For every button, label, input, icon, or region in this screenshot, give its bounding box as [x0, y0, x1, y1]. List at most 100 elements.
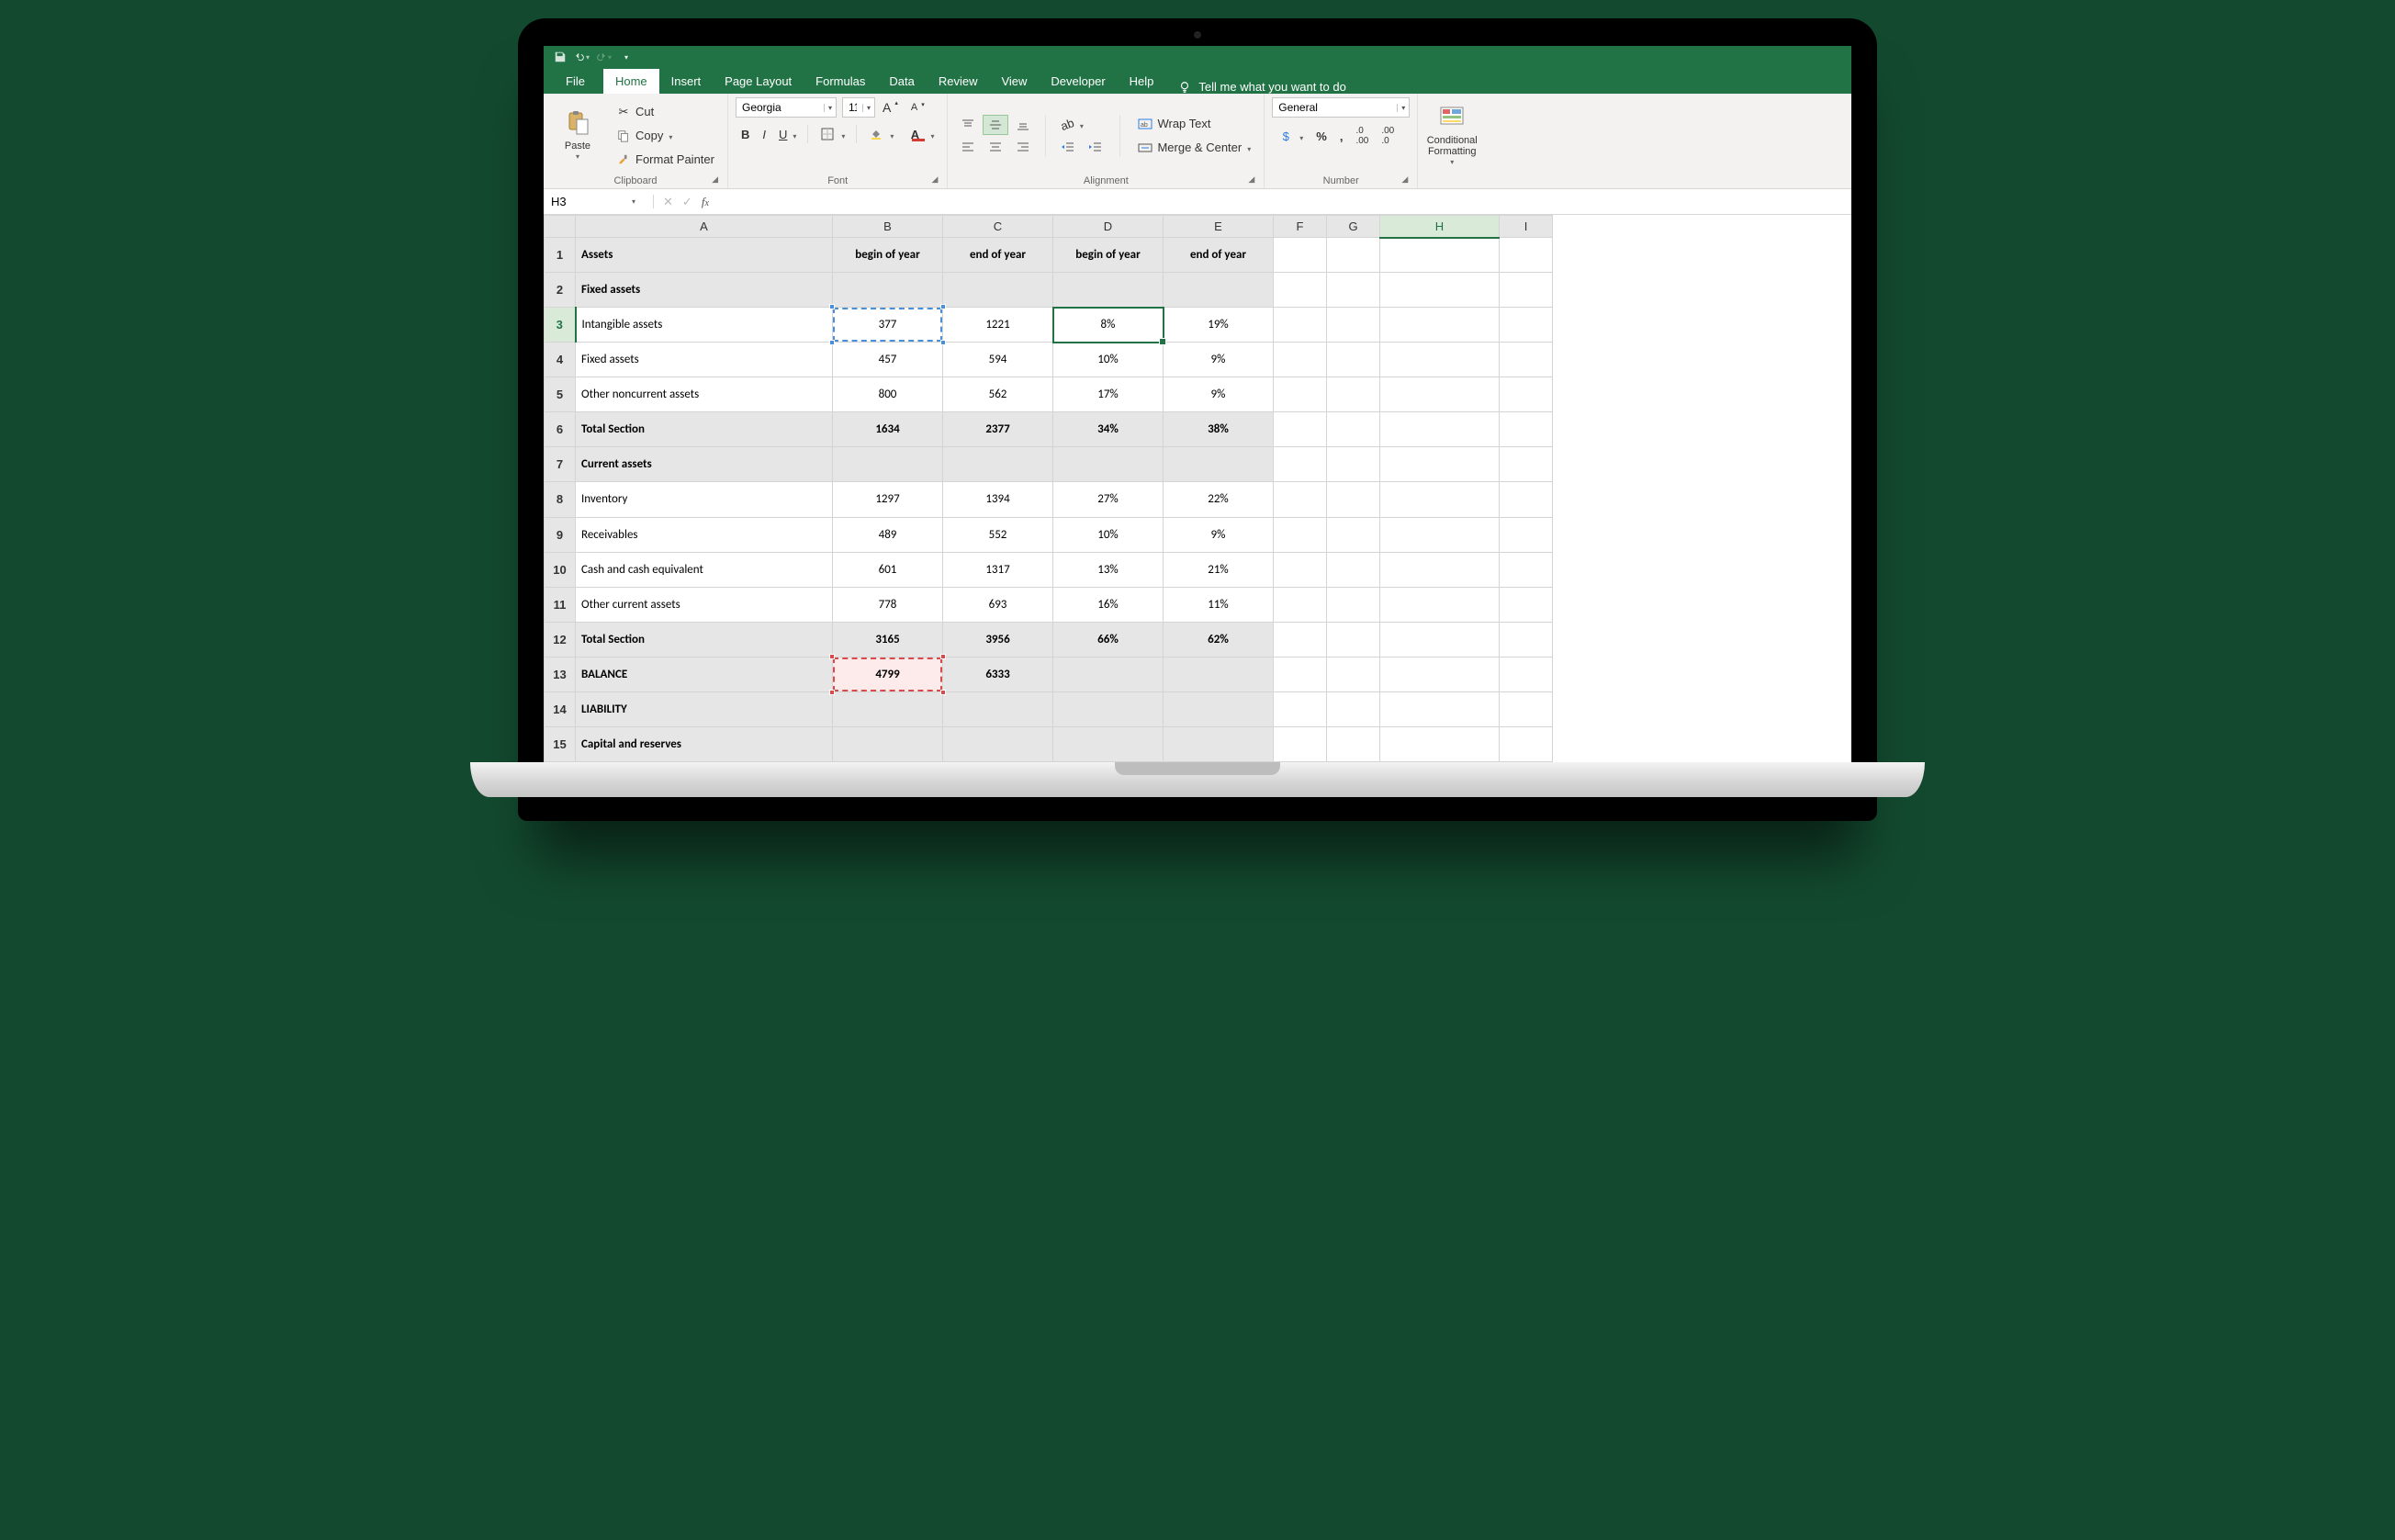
cell[interactable]: [943, 447, 1053, 482]
cell[interactable]: 601: [833, 552, 943, 587]
cell[interactable]: 17%: [1053, 377, 1164, 412]
cell[interactable]: 552: [943, 517, 1053, 552]
cell[interactable]: Capital and reserves: [576, 726, 833, 761]
borders-button[interactable]: [814, 123, 850, 145]
row-header[interactable]: 7: [545, 447, 576, 482]
cell[interactable]: [1327, 691, 1380, 726]
align-top-button[interactable]: [955, 115, 981, 135]
row-header[interactable]: 4: [545, 343, 576, 377]
cell[interactable]: 6333: [943, 657, 1053, 691]
font-color-button[interactable]: A: [901, 123, 939, 145]
cell[interactable]: [1327, 726, 1380, 761]
cell[interactable]: [943, 691, 1053, 726]
cell[interactable]: 594: [943, 343, 1053, 377]
cell[interactable]: [943, 726, 1053, 761]
cell[interactable]: begin of year: [833, 238, 943, 273]
col-header-D[interactable]: D: [1053, 216, 1164, 238]
cell[interactable]: 9%: [1164, 343, 1274, 377]
cell[interactable]: [1274, 691, 1327, 726]
tab-page-layout[interactable]: Page Layout: [713, 69, 804, 94]
cell[interactable]: [833, 273, 943, 308]
cell[interactable]: BALANCE: [576, 657, 833, 691]
align-bottom-button[interactable]: [1010, 115, 1036, 135]
paste-button[interactable]: Paste ▾: [551, 109, 604, 162]
row-header[interactable]: 12: [545, 622, 576, 657]
cell[interactable]: [1274, 587, 1327, 622]
cell[interactable]: [1380, 517, 1500, 552]
cell[interactable]: [1500, 273, 1553, 308]
font-size-combo[interactable]: ▾: [842, 97, 875, 118]
cell[interactable]: [1327, 238, 1380, 273]
tab-help[interactable]: Help: [1118, 69, 1166, 94]
dialog-launcher-icon[interactable]: ◢: [932, 174, 939, 185]
cell[interactable]: 34%: [1053, 412, 1164, 447]
cell[interactable]: [1164, 447, 1274, 482]
decrease-indent-button[interactable]: [1055, 137, 1081, 157]
cell[interactable]: LIABILITY: [576, 691, 833, 726]
cell[interactable]: 21%: [1164, 552, 1274, 587]
cell[interactable]: 10%: [1053, 343, 1164, 377]
cell[interactable]: [1380, 726, 1500, 761]
cell[interactable]: [1380, 552, 1500, 587]
tab-data[interactable]: Data: [877, 69, 926, 94]
cell[interactable]: [1500, 447, 1553, 482]
copy-button[interactable]: Copy: [610, 125, 720, 147]
comma-button[interactable]: ,: [1334, 126, 1349, 146]
cell[interactable]: [1274, 377, 1327, 412]
cell[interactable]: [1500, 343, 1553, 377]
col-header-C[interactable]: C: [943, 216, 1053, 238]
cell[interactable]: Other noncurrent assets: [576, 377, 833, 412]
orientation-button[interactable]: ab: [1055, 115, 1108, 135]
dialog-launcher-icon[interactable]: ◢: [1401, 174, 1408, 185]
cell[interactable]: [1327, 482, 1380, 517]
cell[interactable]: [1500, 412, 1553, 447]
cell[interactable]: [1380, 377, 1500, 412]
cell[interactable]: 9%: [1164, 377, 1274, 412]
cell[interactable]: [1274, 343, 1327, 377]
cell[interactable]: [1274, 308, 1327, 343]
accounting-format-button[interactable]: $: [1272, 125, 1309, 147]
cell[interactable]: [833, 691, 943, 726]
cell[interactable]: [1500, 377, 1553, 412]
cell[interactable]: end of year: [1164, 238, 1274, 273]
tab-review[interactable]: Review: [927, 69, 990, 94]
row-header[interactable]: 3: [545, 308, 576, 343]
cell[interactable]: 10%: [1053, 517, 1164, 552]
cell[interactable]: [1164, 657, 1274, 691]
cell[interactable]: [1164, 273, 1274, 308]
cell[interactable]: [1274, 517, 1327, 552]
cell[interactable]: [1053, 273, 1164, 308]
cell[interactable]: 22%: [1164, 482, 1274, 517]
italic-button[interactable]: I: [757, 124, 771, 144]
dialog-launcher-icon[interactable]: ◢: [1248, 174, 1254, 185]
underline-button[interactable]: U: [773, 124, 802, 144]
cell[interactable]: 1297: [833, 482, 943, 517]
cell[interactable]: [1274, 412, 1327, 447]
cell[interactable]: Intangible assets: [576, 308, 833, 343]
align-middle-button[interactable]: [983, 115, 1008, 135]
cell[interactable]: 562: [943, 377, 1053, 412]
cell[interactable]: [1327, 377, 1380, 412]
cell[interactable]: [1380, 447, 1500, 482]
cell[interactable]: [1327, 412, 1380, 447]
col-header-B[interactable]: B: [833, 216, 943, 238]
cell[interactable]: 800: [833, 377, 943, 412]
cell[interactable]: [1380, 622, 1500, 657]
col-header-E[interactable]: E: [1164, 216, 1274, 238]
cell[interactable]: [1274, 726, 1327, 761]
enter-formula-icon[interactable]: ✓: [682, 195, 692, 209]
cell[interactable]: 2377: [943, 412, 1053, 447]
cell[interactable]: [1380, 343, 1500, 377]
cell[interactable]: 457: [833, 343, 943, 377]
cell[interactable]: begin of year: [1053, 238, 1164, 273]
cell[interactable]: 1394: [943, 482, 1053, 517]
cell[interactable]: [1274, 482, 1327, 517]
tell-me[interactable]: Tell me what you want to do: [1165, 80, 1358, 94]
align-left-button[interactable]: [955, 137, 981, 157]
cell[interactable]: [1380, 238, 1500, 273]
cell[interactable]: 13%: [1053, 552, 1164, 587]
cell[interactable]: 38%: [1164, 412, 1274, 447]
col-header-H[interactable]: H: [1380, 216, 1500, 238]
cell[interactable]: Fixed assets: [576, 343, 833, 377]
cell[interactable]: [1053, 447, 1164, 482]
